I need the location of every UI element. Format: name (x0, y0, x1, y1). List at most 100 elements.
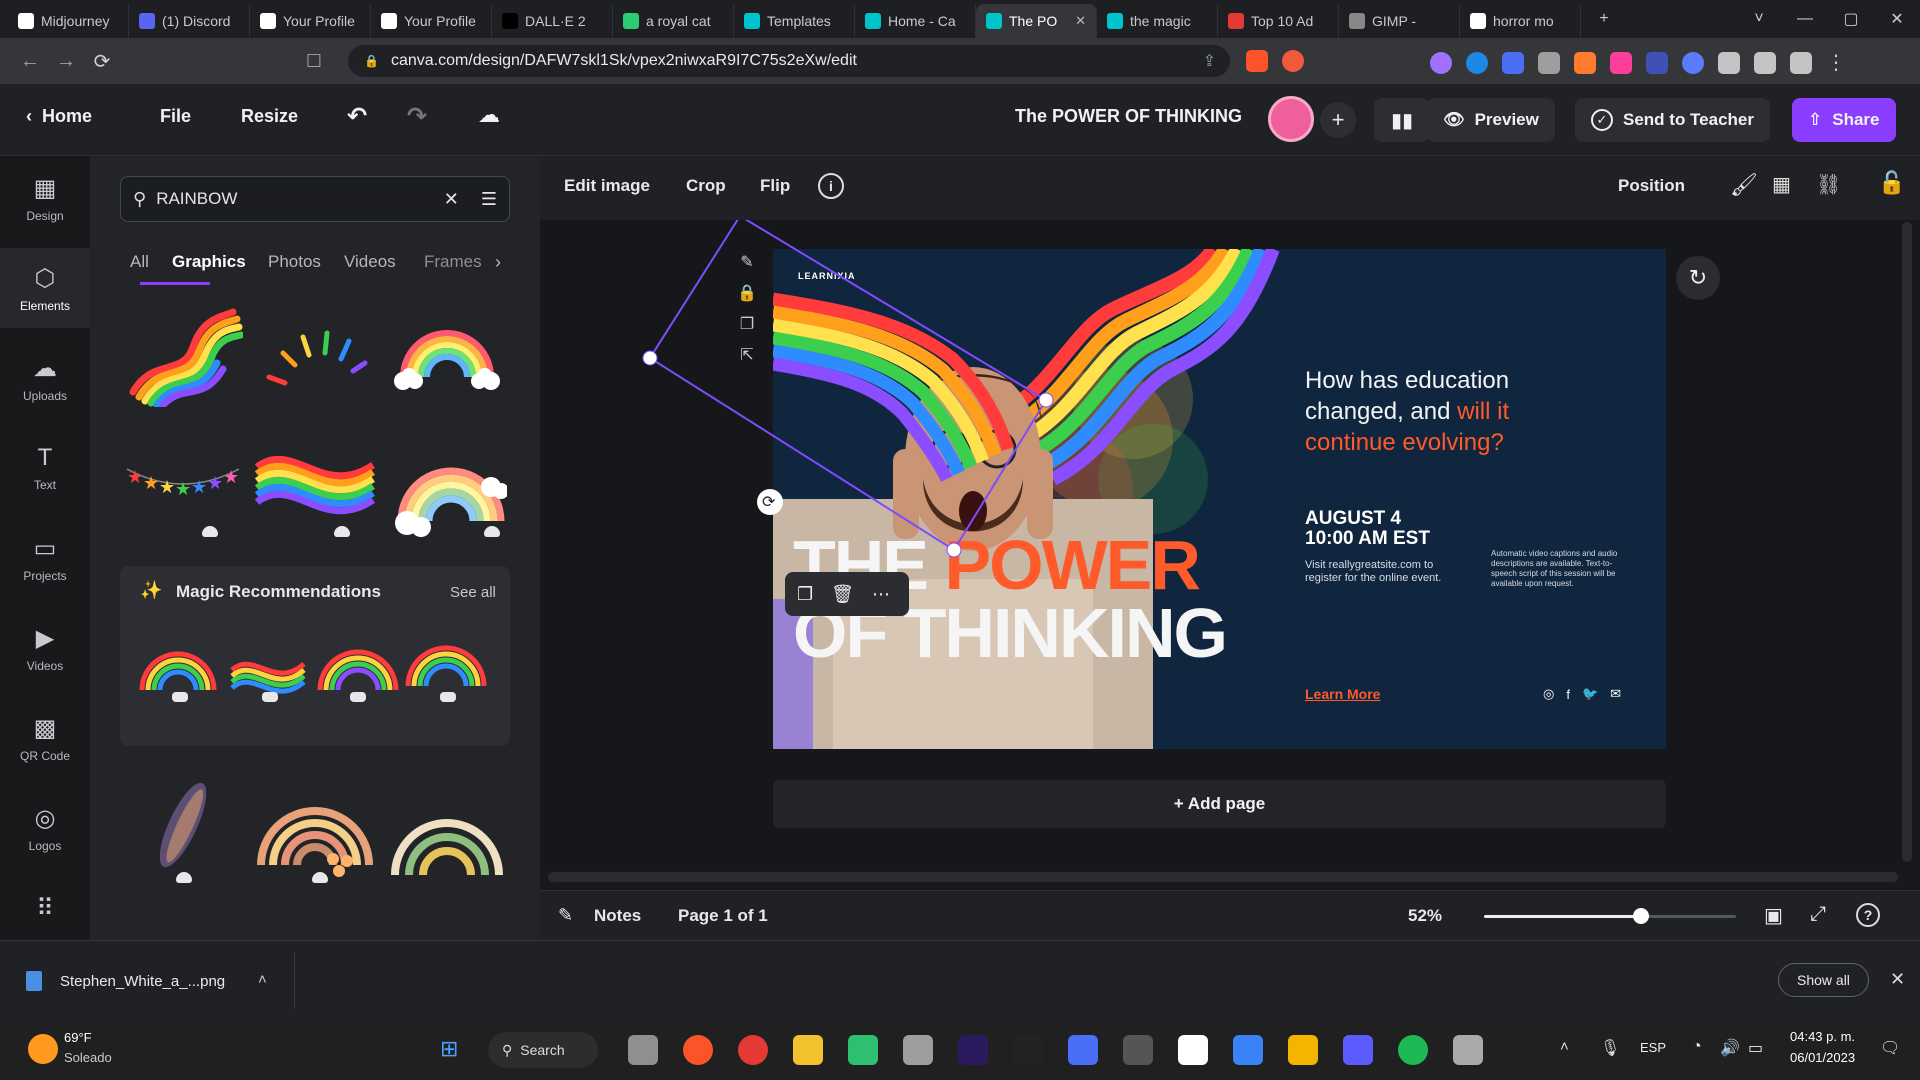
graphic-rainbow-rays[interactable] (252, 292, 378, 412)
insights-icon[interactable]: ▮▮ (1374, 98, 1430, 142)
rail-item-videos[interactable]: ▶ Videos (0, 608, 90, 688)
lock-element-icon[interactable]: 🔒 (737, 283, 757, 303)
rail-item-elements[interactable]: ⬡ Elements (0, 248, 90, 328)
graphic-rainbow-pastel[interactable] (384, 424, 510, 544)
back-icon[interactable]: ← (12, 43, 48, 79)
transparency-icon[interactable]: ▦ (1772, 172, 1791, 197)
language-indicator[interactable]: ESP (1640, 1040, 1666, 1055)
weather-icon[interactable] (28, 1034, 58, 1064)
horizontal-scrollbar[interactable] (548, 872, 1898, 882)
clock-time[interactable]: 04:43 p. m. (1790, 1029, 1855, 1044)
tab-videos[interactable]: Videos (344, 252, 396, 272)
puzzle-icon[interactable] (1718, 51, 1740, 74)
position-button[interactable]: Position (1618, 176, 1685, 196)
show-all-button[interactable]: Show all (1778, 963, 1869, 997)
zoom-slider[interactable] (1484, 908, 1736, 924)
notification-icon[interactable]: 🗨 (1880, 1038, 1900, 1058)
rail-item-qr-code[interactable]: ▩ QR Code (0, 698, 90, 778)
browser-tab[interactable]: Your Profile (371, 4, 492, 38)
browser-tab[interactable]: the magic (1097, 4, 1218, 38)
crop-button[interactable]: Crop (686, 176, 726, 196)
extension-icon[interactable] (1682, 51, 1704, 74)
more-icon[interactable]: ⋯ (872, 584, 890, 605)
graphic-rainbow-stars[interactable]: ★ ★ ★ ★ ★ ★ ★ (120, 424, 246, 544)
chevron-up-icon[interactable]: ˄ (1560, 1038, 1569, 1055)
brave-shield-icon[interactable] (1246, 50, 1268, 72)
duplicate-icon[interactable]: ❐ (740, 314, 754, 334)
clock-date[interactable]: 06/01/2023 (1790, 1050, 1855, 1065)
browser-tab[interactable]: GIMP - (1339, 4, 1460, 38)
clear-icon[interactable]: ✕ (444, 189, 459, 210)
resize-button[interactable]: Resize (241, 106, 298, 127)
tab-search-icon[interactable]: ˅ (1736, 0, 1782, 38)
page-indicator[interactable]: Page 1 of 1 (678, 906, 768, 926)
windows-start-icon[interactable]: ⊞ (440, 1036, 458, 1062)
cloud-save-icon[interactable]: ☁ (478, 102, 500, 128)
browser-tab[interactable]: Top 10 Ad (1218, 4, 1339, 38)
browser-tab[interactable]: Your Profile (250, 4, 371, 38)
wallet-icon[interactable] (1790, 51, 1812, 74)
share-button[interactable]: ⇧ Share (1792, 98, 1896, 142)
document-title[interactable]: The POWER OF THINKING (1015, 106, 1242, 127)
app-icon[interactable] (1288, 1035, 1318, 1065)
grid-view-icon[interactable]: ▣ (1764, 903, 1783, 928)
download-filename[interactable]: Stephen_White_a_...png (60, 973, 225, 990)
chevron-up-icon[interactable]: ˄ (258, 971, 267, 988)
vertical-scrollbar[interactable] (1902, 222, 1912, 862)
brave-icon[interactable] (683, 1035, 713, 1065)
graphic-rainbow-hearts[interactable] (252, 770, 378, 890)
maximize-icon[interactable]: ▢ (1828, 0, 1874, 38)
edit-icon[interactable]: ✎ (740, 252, 753, 272)
menu-icon[interactable]: ⋮ (1826, 50, 1846, 75)
graphic-rainbow-boho[interactable] (384, 770, 510, 890)
share-page-icon[interactable]: ⇪ (1203, 51, 1216, 71)
app-icon[interactable] (1068, 1035, 1098, 1065)
redo-icon[interactable]: ↷ (407, 102, 427, 131)
extension-icon[interactable] (1610, 51, 1632, 74)
graphic-rainbow-clouds[interactable] (384, 292, 510, 412)
reload-icon[interactable]: ⟳ (84, 43, 120, 79)
browser-tab[interactable]: Home - Ca (855, 4, 976, 38)
microphone-icon[interactable]: 🎙 (1600, 1038, 1620, 1058)
new-tab-button[interactable]: + (1581, 0, 1627, 38)
spotify-icon[interactable] (1398, 1035, 1428, 1065)
volume-icon[interactable]: 🔊 (1720, 1038, 1740, 1058)
add-page-button[interactable]: + Add page (773, 780, 1666, 828)
zoom-slider-thumb[interactable] (1633, 908, 1650, 924)
rail-item-design[interactable]: ▦ Design (0, 158, 90, 238)
rotate-handle-icon[interactable]: ⟳ (762, 492, 775, 512)
tab-frames[interactable]: Frames (424, 252, 486, 272)
app-icon[interactable] (1343, 1035, 1373, 1065)
close-icon[interactable]: ✕ (1890, 969, 1905, 990)
app-icon[interactable] (848, 1035, 878, 1065)
help-icon[interactable]: ? (1856, 903, 1880, 927)
taskbar-search[interactable]: ⚲ Search (488, 1032, 598, 1068)
browser-tab[interactable]: Templates (734, 4, 855, 38)
fullscreen-icon[interactable]: ⤢ (1810, 903, 1826, 926)
link-icon[interactable]: ⛓ (1816, 172, 1841, 197)
address-bar[interactable]: 🔒 canva.com/design/DAFW7skl1Sk/vpex2niwx… (348, 45, 1230, 77)
zoom-level[interactable]: 52% (1408, 906, 1442, 926)
sidebar-icon[interactable] (1754, 51, 1776, 74)
lock-icon[interactable]: 🔓 (1878, 170, 1905, 196)
edit-image-button[interactable]: Edit image (564, 176, 650, 196)
bookmark-icon[interactable]: ☐ (296, 43, 332, 79)
home-button[interactable]: ‹ Home (26, 106, 92, 127)
extension-icon[interactable] (1430, 51, 1452, 74)
tab-all[interactable]: All (130, 252, 149, 272)
rail-item-logos[interactable]: ◎ Logos (0, 788, 90, 868)
extension-icon[interactable] (1574, 51, 1596, 74)
add-collaborator-button[interactable]: + (1320, 102, 1356, 138)
rail-item-uploads[interactable]: ☁ Uploads (0, 338, 90, 418)
tab-graphics[interactable]: Graphics (172, 252, 246, 272)
folder-icon[interactable] (793, 1035, 823, 1065)
extension-icon[interactable] (1646, 51, 1668, 74)
browser-tab[interactable]: (1) Discord (129, 4, 250, 38)
premiere-icon[interactable] (958, 1035, 988, 1065)
browser-tab[interactable]: horror mo (1460, 4, 1581, 38)
info-icon[interactable]: i (818, 173, 844, 199)
preview-button[interactable]: 👁 Preview (1427, 98, 1555, 142)
tab-close-icon[interactable]: ✕ (1075, 13, 1086, 29)
extension-icon[interactable] (1502, 51, 1524, 74)
browser-tab[interactable]: a royal cat (613, 4, 734, 38)
